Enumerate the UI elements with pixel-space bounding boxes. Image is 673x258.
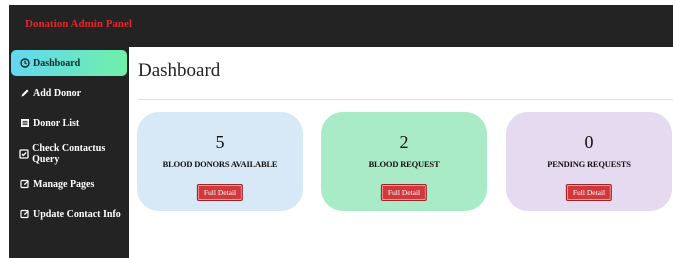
stat-card-pending-requests: 0 PENDING REQUESTS Full Detail xyxy=(506,112,672,211)
sidebar: Dashboard Add Donor Donor List Check Con… xyxy=(9,47,129,258)
edit-square-icon xyxy=(19,179,30,190)
sidebar-item-label: Add Donor xyxy=(33,87,82,99)
sidebar-item-check-contactus-query[interactable]: Check Contactus Query xyxy=(11,141,127,167)
sidebar-item-label: Check Contactus Query xyxy=(32,143,106,165)
stat-label: PENDING REQUESTS xyxy=(547,159,631,169)
sidebar-item-label: Dashboard xyxy=(33,57,81,69)
edit-square-icon xyxy=(19,209,30,220)
sidebar-item-donor-list[interactable]: Donor List xyxy=(11,110,127,136)
stat-count: 0 xyxy=(584,132,594,152)
stat-label: BLOOD REQUEST xyxy=(368,159,440,169)
sidebar-item-dashboard[interactable]: Dashboard xyxy=(11,50,127,76)
stat-label: BLOOD DONORS AVAILABLE xyxy=(162,159,278,169)
sidebar-item-label: Donor List xyxy=(33,117,80,129)
stat-count: 2 xyxy=(399,132,409,152)
top-navbar: Donation Admin Panel xyxy=(9,5,673,47)
sidebar-item-label: Update Contact Info xyxy=(33,208,121,220)
full-detail-button[interactable]: Full Detail xyxy=(565,184,613,201)
stat-card-blood-request: 2 BLOOD REQUEST Full Detail xyxy=(321,112,487,211)
sidebar-item-add-donor[interactable]: Add Donor xyxy=(11,80,127,106)
brand-title[interactable]: Donation Admin Panel xyxy=(25,18,132,30)
full-detail-button[interactable]: Full Detail xyxy=(196,184,244,201)
stat-count: 5 xyxy=(215,132,225,152)
page-title: Dashboard xyxy=(138,60,221,81)
check-square-icon xyxy=(19,149,29,160)
sidebar-item-manage-pages[interactable]: Manage Pages xyxy=(11,171,127,197)
sidebar-item-update-contact-info[interactable]: Update Contact Info xyxy=(11,201,127,227)
main-content: Dashboard 5 BLOOD DONORS AVAILABLE Full … xyxy=(129,47,673,258)
stat-card-blood-donors: 5 BLOOD DONORS AVAILABLE Full Detail xyxy=(137,112,303,211)
list-icon xyxy=(19,118,30,129)
full-detail-button[interactable]: Full Detail xyxy=(380,184,428,201)
sidebar-item-label: Manage Pages xyxy=(33,178,95,190)
pencil-icon xyxy=(19,88,30,99)
dashboard-icon xyxy=(19,58,30,69)
divider xyxy=(138,99,673,100)
